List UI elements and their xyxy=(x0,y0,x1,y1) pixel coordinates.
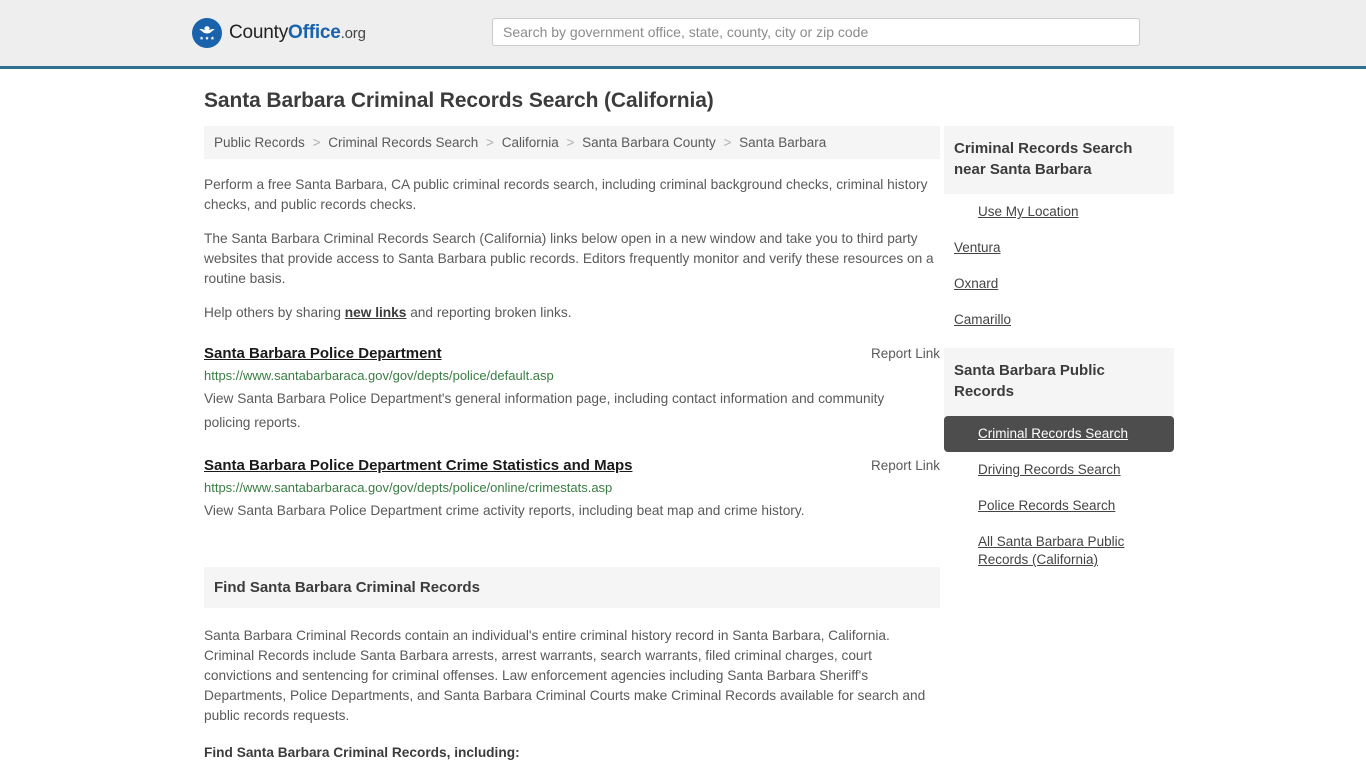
widget-records-title: Santa Barbara Public Records xyxy=(954,362,1105,400)
result-title-link[interactable]: Santa Barbara Police Department xyxy=(204,345,442,362)
list-item: Oxnard xyxy=(944,266,1174,302)
section-paragraph: Santa Barbara Criminal Records contain a… xyxy=(204,628,926,723)
intro-p3-after: and reporting broken links. xyxy=(406,305,572,320)
list-item: Camarillo xyxy=(944,302,1174,338)
intro-section: Perform a free Santa Barbara, CA public … xyxy=(204,175,940,323)
breadcrumb-item-0[interactable]: Public Records xyxy=(214,135,305,150)
intro-p3-before: Help others by sharing xyxy=(204,305,345,320)
widget-nearby-list: Use My Location Ventura Oxnard Camarillo xyxy=(944,194,1174,338)
breadcrumb-item-1[interactable]: Criminal Records Search xyxy=(328,135,478,150)
report-link-button[interactable]: Report Link xyxy=(871,458,940,473)
section-body: Santa Barbara Criminal Records contain a… xyxy=(204,626,940,768)
result-item: Santa Barbara Police Department Crime St… xyxy=(204,457,940,523)
intro-paragraph-3: Help others by sharing new links and rep… xyxy=(204,303,940,323)
list-item: Police Records Search xyxy=(944,488,1174,524)
breadcrumb-separator: > xyxy=(486,135,494,150)
nearby-city-ventura[interactable]: Ventura xyxy=(944,230,1174,266)
brand-part-tld: .org xyxy=(340,25,366,42)
result-url: https://www.santabarbaraca.gov/gov/depts… xyxy=(204,480,613,495)
page-title: Santa Barbara Criminal Records Search (C… xyxy=(204,89,714,112)
breadcrumb-item-current: Santa Barbara xyxy=(739,135,827,150)
list-item: All Santa Barbara Public Records (Califo… xyxy=(944,524,1174,578)
breadcrumb-separator: > xyxy=(566,135,575,150)
widget-nearby-searches: Criminal Records Search near Santa Barba… xyxy=(944,126,1174,338)
breadcrumb-item-3[interactable]: Santa Barbara County xyxy=(582,135,716,150)
result-description: View Santa Barbara Police Department cri… xyxy=(204,503,805,518)
breadcrumb: Public Records > Criminal Records Search… xyxy=(204,126,940,159)
breadcrumb-separator: > xyxy=(723,135,732,150)
page-container: Santa Barbara Criminal Records Search (C… xyxy=(0,89,1366,768)
section-heading: Find Santa Barbara Criminal Records xyxy=(214,579,480,596)
widget-public-records: Santa Barbara Public Records Criminal Re… xyxy=(944,348,1174,578)
list-item: Ventura xyxy=(944,230,1174,266)
eagle-seal-icon xyxy=(192,18,222,48)
main-column: Public Records > Criminal Records Search… xyxy=(204,126,940,768)
breadcrumb-item-2[interactable]: California xyxy=(502,135,559,150)
sidebar: Criminal Records Search near Santa Barba… xyxy=(944,126,1174,588)
intro-paragraph-2: The Santa Barbara Criminal Records Searc… xyxy=(204,231,934,286)
content-columns: Public Records > Criminal Records Search… xyxy=(204,126,1174,768)
section-list-intro: Find Santa Barbara Criminal Records, inc… xyxy=(204,745,520,760)
list-item: Use My Location xyxy=(944,194,1174,230)
list-item: Criminal Records Search xyxy=(944,416,1174,452)
nearby-city-oxnard[interactable]: Oxnard xyxy=(944,266,1174,302)
result-header: Santa Barbara Police Department Crime St… xyxy=(204,457,940,474)
report-link-button[interactable]: Report Link xyxy=(871,346,940,361)
breadcrumb-separator: > xyxy=(312,135,321,150)
use-my-location-link[interactable]: Use My Location xyxy=(944,194,1174,230)
brand-wordmark: CountyOffice.org xyxy=(229,22,366,44)
brand-part-county: County xyxy=(229,22,289,43)
intro-paragraph-1: Perform a free Santa Barbara, CA public … xyxy=(204,177,928,212)
widget-nearby-header: Criminal Records Search near Santa Barba… xyxy=(944,126,1174,194)
widget-records-list: Criminal Records Search Driving Records … xyxy=(944,416,1174,578)
result-url: https://www.santabarbaraca.gov/gov/depts… xyxy=(204,368,554,383)
section-heading-bar: Find Santa Barbara Criminal Records xyxy=(204,567,940,608)
search-container xyxy=(492,18,1140,46)
sidebar-item-police-records-search[interactable]: Police Records Search xyxy=(944,488,1174,524)
widget-nearby-title: Criminal Records Search near Santa Barba… xyxy=(954,140,1133,178)
result-title-link[interactable]: Santa Barbara Police Department Crime St… xyxy=(204,457,632,474)
widget-records-header: Santa Barbara Public Records xyxy=(944,348,1174,416)
result-item: Santa Barbara Police Department Report L… xyxy=(204,345,940,435)
new-links-link[interactable]: new links xyxy=(345,305,407,320)
result-description: View Santa Barbara Police Department's g… xyxy=(204,391,885,430)
result-header: Santa Barbara Police Department Report L… xyxy=(204,345,940,362)
sidebar-item-all-public-records[interactable]: All Santa Barbara Public Records (Califo… xyxy=(944,524,1174,578)
brand-part-office: Office xyxy=(288,22,341,43)
nearby-city-camarillo[interactable]: Camarillo xyxy=(944,302,1174,338)
list-item: Driving Records Search xyxy=(944,452,1174,488)
sidebar-item-driving-records-search[interactable]: Driving Records Search xyxy=(944,452,1174,488)
site-logo[interactable]: CountyOffice.org xyxy=(192,18,366,48)
site-header: CountyOffice.org xyxy=(0,0,1366,69)
search-input[interactable] xyxy=(492,18,1140,46)
sidebar-item-criminal-records-search[interactable]: Criminal Records Search xyxy=(944,416,1174,452)
